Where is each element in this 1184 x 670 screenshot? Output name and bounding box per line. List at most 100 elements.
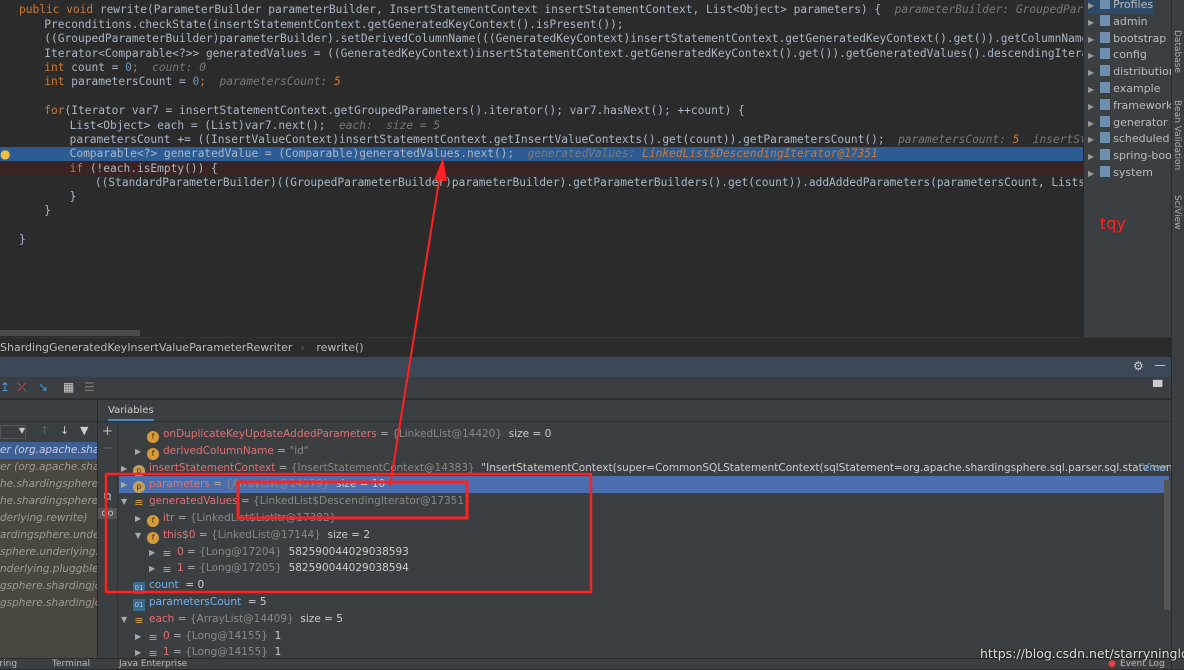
expand-arrow-icon[interactable]: ▶ (1088, 85, 1094, 94)
code-editor[interactable]: public void rewrite(ParameterBuilder par… (0, 0, 1083, 330)
glasses-icon[interactable]: oo (98, 508, 117, 519)
code-line[interactable]: int count = 0; count: 0 (0, 61, 1083, 75)
expand-arrow-icon[interactable]: ▶ (149, 544, 161, 561)
project-item[interactable]: ▶ admin (1088, 14, 1148, 31)
expand-arrow-icon[interactable]: ▶ (1088, 152, 1094, 161)
expand-arrow-icon[interactable]: ▶ (1088, 119, 1094, 128)
variable-row[interactable]: ▼ f this$0 = {LinkedList@17144} size = 2 (119, 527, 1169, 544)
variable-row[interactable]: ▼ ≡ generatedValues = {LinkedList$Descendi… (119, 493, 1169, 510)
stack-frame[interactable]: er (org.apache.shard (0, 459, 97, 476)
stack-frame[interactable]: ardingsphere.underly (0, 527, 97, 544)
code-line[interactable]: ((GroupedParameterBuilder)parameterBuild… (0, 32, 1083, 46)
stack-frame[interactable]: er (org.apache.shard (0, 442, 97, 459)
horizontal-scrollbar[interactable] (0, 330, 140, 336)
lightbulb-icon[interactable]: ● (0, 147, 10, 161)
expand-arrow-icon[interactable]: ▶ (135, 628, 147, 645)
tab-variables[interactable]: Variables (108, 405, 154, 421)
tool-window-database[interactable]: Database (1172, 30, 1182, 73)
code-line[interactable]: Iterator<Comparable<?>> generatedValues … (0, 47, 1083, 61)
add-watch-icon[interactable]: + (98, 424, 117, 439)
expand-arrow-icon[interactable]: ▶ (1088, 135, 1094, 144)
breadcrumb-method[interactable]: rewrite() (316, 341, 363, 354)
expand-arrow-icon[interactable]: ▶ (135, 443, 147, 460)
code-line[interactable]: } (0, 190, 1083, 204)
code-line[interactable]: Preconditions.checkState(insertStatement… (0, 18, 1083, 32)
expand-arrow-icon[interactable]: ▶ (121, 460, 133, 477)
expand-arrow-icon[interactable]: ▼ (121, 611, 133, 628)
tool-tab-terminal[interactable]: Terminal (52, 659, 90, 670)
code-line[interactable]: int parametersCount = 0; parametersCount… (0, 75, 1083, 89)
stack-frame[interactable]: nderlying.pluggble.p (0, 561, 97, 578)
trace-icon[interactable]: ☰ (84, 380, 95, 394)
gear-icon[interactable]: ⚙ (1133, 359, 1144, 373)
expand-arrow-icon[interactable] (121, 577, 133, 594)
stack-frame[interactable]: derlying.rewrite) (0, 510, 97, 527)
code-line[interactable]: Comparable<?> generatedValue = (Comparab… (0, 147, 1083, 161)
project-item[interactable]: ▶ bootstrap (1088, 31, 1166, 48)
code-line[interactable] (0, 90, 1083, 104)
copy-icon[interactable]: ⧉ (98, 490, 117, 504)
expand-arrow-icon[interactable]: ▶ (1088, 102, 1094, 111)
step-out-icon[interactable]: ↥ (0, 380, 10, 394)
variable-row[interactable]: ▼ ≡ each = {ArrayList@14409} size = 5 (119, 611, 1169, 628)
vertical-scrollbar[interactable] (1164, 480, 1170, 610)
project-item[interactable]: ▶ scheduled (1088, 132, 1169, 148)
project-item[interactable]: ▶ framework (1088, 98, 1172, 115)
evaluate-icon[interactable]: ▦ (63, 380, 74, 394)
tool-window-sciview[interactable]: SciView (1172, 195, 1182, 230)
stack-frame[interactable]: he.shardingsphere.sh (0, 476, 97, 493)
expand-arrow-icon[interactable]: ▶ (1088, 18, 1094, 27)
project-item[interactable]: ▶ Profiles (1088, 0, 1154, 14)
thread-dropdown[interactable]: ▼ (0, 425, 26, 439)
variable-row[interactable]: ▶ p insertStatementContext = {InsertStatem… (119, 460, 1171, 477)
run-to-cursor-icon[interactable]: ↘ (38, 380, 48, 394)
stack-frame[interactable]: gsphere.shardingjdb (0, 595, 97, 612)
code-line[interactable]: public void rewrite(ParameterBuilder par… (0, 3, 1083, 17)
stack-frame[interactable]: he.shardingsphere.sh (0, 493, 97, 510)
code-line[interactable] (0, 219, 1083, 233)
project-item[interactable]: ▶ spring-boot (1088, 149, 1176, 165)
view-link[interactable]: View (1142, 460, 1167, 477)
minimize-icon[interactable]: — (1154, 358, 1166, 372)
tool-window-bean-validation[interactable]: Bean Validation (1172, 100, 1182, 170)
code-line[interactable]: } (0, 204, 1083, 218)
project-item[interactable]: ▶ example (1088, 82, 1161, 98)
project-item[interactable]: ▶ system (1088, 166, 1153, 182)
expand-arrow-icon[interactable]: ▶ (1088, 51, 1094, 60)
expand-arrow-icon[interactable]: ▶ (1088, 68, 1094, 77)
expand-arrow-icon[interactable]: ▼ (135, 527, 147, 544)
code-line[interactable]: ((StandardParameterBuilder)((GroupedPara… (0, 176, 1083, 190)
code-line[interactable]: } (0, 233, 1083, 247)
code-line[interactable]: parametersCount += ((InsertValueContext)… (0, 133, 1083, 147)
project-item[interactable]: ▶ distribution (1088, 65, 1176, 81)
variable-row[interactable]: f onDuplicateKeyUpdateAddedParameters = {… (119, 426, 1169, 443)
expand-arrow-icon[interactable]: ▶ (1088, 169, 1094, 178)
variable-row[interactable]: ▶ p parameters = {ArrayList@14379} size = … (119, 476, 1169, 494)
filter-icon[interactable]: ▼ (80, 424, 88, 437)
breadcrumb-class[interactable]: ShardingGeneratedKeyInsertValueParameter… (0, 341, 292, 354)
code-line[interactable]: for(Iterator var7 = insertStatementConte… (0, 104, 1083, 118)
stack-frame[interactable]: gsphere.shardingjdb (0, 578, 97, 595)
variable-row[interactable]: ▶ ≡ 1 = {Long@17205} 582590044029038594 (119, 560, 1169, 577)
variable-row[interactable]: ▶ f derivedColumnName = "id" (119, 443, 1169, 460)
variable-row[interactable]: ▶ ≡ 0 = {Long@14155} 1 (119, 628, 1169, 645)
expand-arrow-icon[interactable]: ▶ (121, 476, 133, 493)
project-item[interactable]: ▶ config (1088, 48, 1147, 64)
expand-arrow-icon[interactable]: ▶ (1088, 1, 1094, 10)
variable-row[interactable]: 01 count = 0 (119, 577, 1169, 595)
project-item[interactable]: ▶ generator (1088, 115, 1167, 132)
layout-icon[interactable]: ▀ (1153, 380, 1162, 394)
expand-arrow-icon[interactable]: ▶ (135, 510, 147, 527)
variable-row[interactable]: 01 parametersCount = 5 (119, 594, 1169, 611)
tool-tab-java-enterprise[interactable]: Java Enterprise (119, 659, 187, 670)
expand-arrow-icon[interactable]: ▼ (121, 493, 133, 510)
variable-row[interactable]: ▶ ≡ 0 = {Long@17204} 582590044029038593 (119, 544, 1169, 561)
expand-arrow-icon[interactable]: ▶ (135, 644, 147, 658)
expand-arrow-icon[interactable]: ▶ (1088, 35, 1094, 44)
remove-watch-icon[interactable]: − (98, 441, 117, 456)
tool-tab-spring[interactable]: Spring (0, 659, 17, 670)
drop-frame-icon[interactable]: ⤫ (17, 380, 27, 395)
expand-arrow-icon[interactable]: ▶ (149, 560, 161, 577)
code-line[interactable]: if (!each.isEmpty()) { (0, 162, 1083, 176)
code-line[interactable]: List<Object> each = (List)var7.next(); e… (0, 119, 1083, 133)
